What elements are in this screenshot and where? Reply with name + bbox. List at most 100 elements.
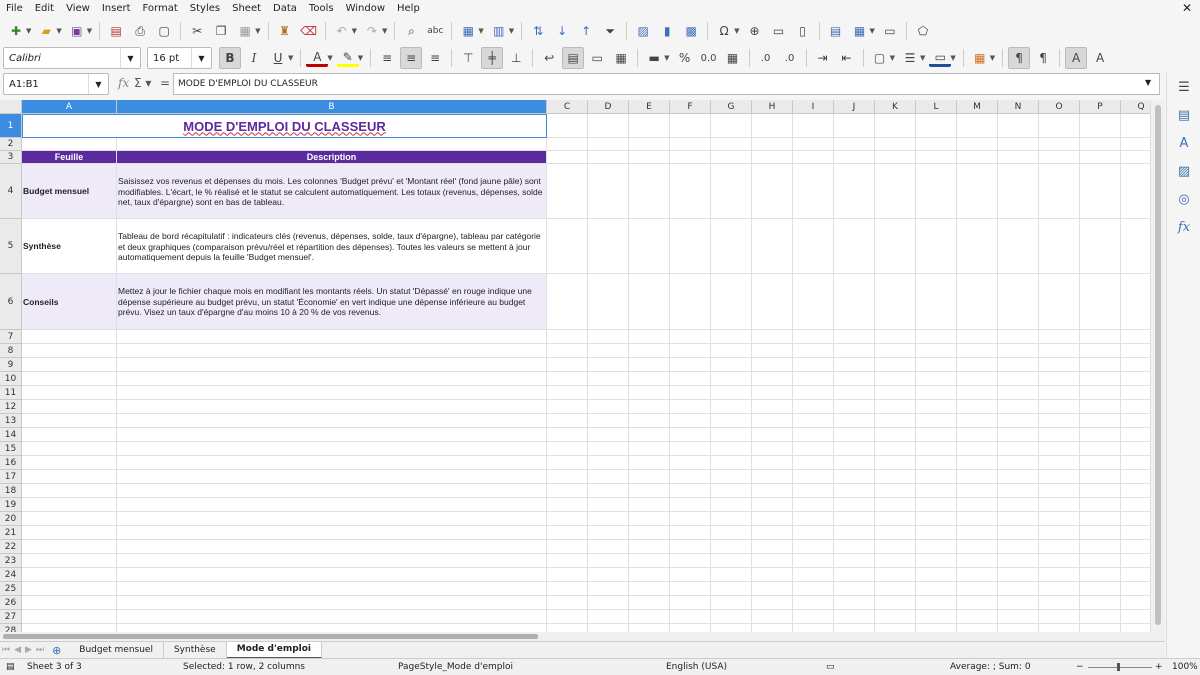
grid-cell[interactable] (916, 344, 957, 358)
menu-icon[interactable]: ☰ (1175, 78, 1193, 96)
grid-cell[interactable] (1121, 512, 1150, 526)
grid-cell[interactable] (875, 164, 916, 219)
grid-cell[interactable] (547, 484, 588, 498)
grid-cell[interactable] (588, 114, 629, 138)
grid-cell[interactable] (834, 484, 875, 498)
grid-cell[interactable] (957, 610, 998, 624)
grid-cell[interactable] (1080, 274, 1121, 330)
chart-icon[interactable]: ▮ (656, 20, 678, 42)
grid-cell[interactable] (875, 358, 916, 372)
grid-cell[interactable] (916, 400, 957, 414)
grid-cell[interactable] (1080, 610, 1121, 624)
grid-cell[interactable] (1080, 164, 1121, 219)
grid-cell[interactable] (875, 554, 916, 568)
grid-cell[interactable] (916, 610, 957, 624)
sheet-position[interactable]: Sheet 3 of 3 (27, 662, 82, 672)
grid-cell[interactable] (1121, 610, 1150, 624)
row-header[interactable]: 7 (0, 330, 22, 344)
align-middle-icon[interactable]: ╪ (481, 47, 504, 69)
grid-cell[interactable] (1121, 470, 1150, 484)
grid-cell[interactable] (670, 164, 711, 219)
grid-cell[interactable] (22, 610, 117, 624)
grid-cell[interactable] (22, 624, 117, 632)
row-header[interactable]: 14 (0, 428, 22, 442)
grid-cell[interactable] (957, 372, 998, 386)
grid-cell[interactable] (629, 442, 670, 456)
grid-cell[interactable] (793, 540, 834, 554)
grid-cell[interactable] (834, 138, 875, 151)
grid-cell[interactable] (793, 344, 834, 358)
grid-cell[interactable] (629, 484, 670, 498)
grid-cell[interactable] (1039, 151, 1080, 164)
grid-cell[interactable] (1039, 568, 1080, 582)
grid-cell[interactable] (875, 456, 916, 470)
grid-cell[interactable] (998, 582, 1039, 596)
menu-tools[interactable]: Tools (303, 3, 340, 14)
grid-cell[interactable] (916, 498, 957, 512)
grid-cell[interactable] (752, 610, 793, 624)
grid-cell[interactable] (588, 414, 629, 428)
grid-cell[interactable] (875, 540, 916, 554)
tab-mode-emploi[interactable]: Mode d'emploi (226, 641, 322, 659)
grid-cell[interactable] (793, 274, 834, 330)
row-header[interactable]: 28 (0, 624, 22, 632)
zoom-slider[interactable] (1088, 667, 1152, 668)
grid-cell[interactable] (1080, 428, 1121, 442)
grid-cell[interactable] (117, 526, 547, 540)
grid-cell[interactable] (916, 526, 957, 540)
grid-cell[interactable] (711, 164, 752, 219)
grid-cell[interactable] (711, 372, 752, 386)
grid-cell[interactable] (752, 540, 793, 554)
grid-cell[interactable] (998, 151, 1039, 164)
grid-cell[interactable] (957, 442, 998, 456)
grid-cell[interactable] (588, 512, 629, 526)
grid-cell[interactable] (1080, 219, 1121, 274)
grid-cell[interactable] (22, 498, 117, 512)
grid-cell[interactable] (916, 330, 957, 344)
grid-cell[interactable] (22, 456, 117, 470)
grid-cell[interactable] (916, 484, 957, 498)
grid-cell[interactable] (875, 414, 916, 428)
grid-cell[interactable] (117, 610, 547, 624)
grid-cell[interactable] (957, 400, 998, 414)
grid-cell[interactable] (1080, 484, 1121, 498)
grid-cell[interactable] (916, 138, 957, 151)
grid-cell[interactable] (117, 484, 547, 498)
grid-cell[interactable] (1080, 442, 1121, 456)
zoom-level[interactable]: 100% (1172, 662, 1198, 672)
grid-cell[interactable] (547, 456, 588, 470)
image-icon[interactable]: ▨ (632, 20, 654, 42)
grid-cell[interactable] (711, 428, 752, 442)
grid-cell[interactable] (547, 498, 588, 512)
grid-cell[interactable] (670, 484, 711, 498)
grid-cell[interactable] (998, 344, 1039, 358)
sum-icon[interactable]: Σ ▾ (134, 76, 151, 90)
grid-cell[interactable] (629, 428, 670, 442)
grid-cell[interactable] (22, 470, 117, 484)
grid-cell[interactable] (793, 138, 834, 151)
grid-cell[interactable] (1121, 414, 1150, 428)
grid-cell[interactable] (752, 498, 793, 512)
grid-cell[interactable] (957, 219, 998, 274)
grid-cell[interactable] (629, 414, 670, 428)
grid-cell[interactable] (1039, 582, 1080, 596)
grid-cell[interactable] (1121, 151, 1150, 164)
grid-cell[interactable] (793, 582, 834, 596)
zoom-out-icon[interactable]: − (1076, 662, 1084, 672)
grid-cell[interactable] (834, 596, 875, 610)
document-modified-icon[interactable]: ▤ (6, 662, 15, 672)
row-header[interactable]: 12 (0, 400, 22, 414)
paste-icon[interactable]: ▦ (234, 20, 256, 42)
scrollbar-thumb[interactable] (1155, 105, 1161, 625)
grid-cell[interactable] (834, 151, 875, 164)
grid-cell[interactable] (998, 554, 1039, 568)
copy-icon[interactable]: ❐ (210, 20, 232, 42)
grid-cell[interactable] (752, 512, 793, 526)
grid-cell[interactable] (1121, 582, 1150, 596)
grid-cell[interactable] (117, 138, 547, 151)
grid-cell[interactable] (793, 400, 834, 414)
grid-cell[interactable] (957, 484, 998, 498)
grid-cell[interactable] (998, 596, 1039, 610)
grid-cell[interactable] (998, 512, 1039, 526)
grid-cell[interactable] (834, 582, 875, 596)
